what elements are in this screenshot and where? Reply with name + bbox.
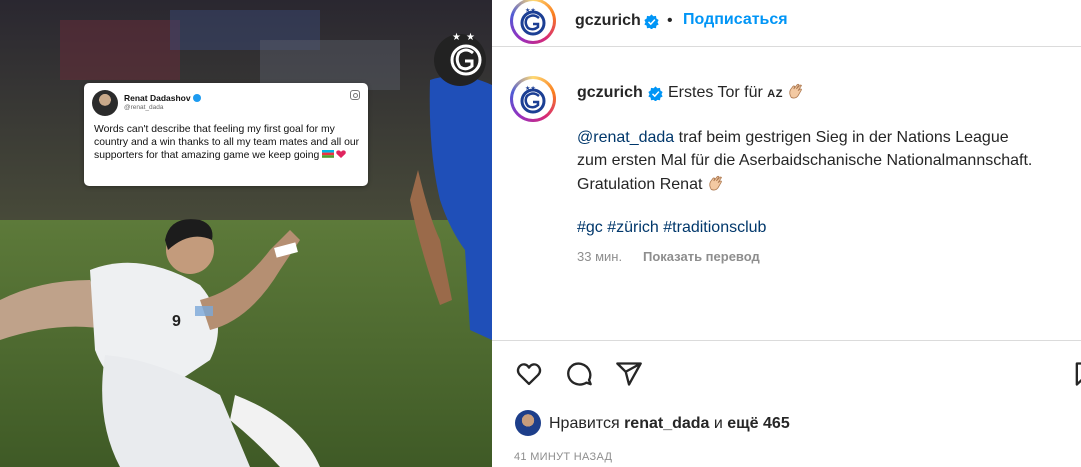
svg-text:★★: ★★ [525, 7, 536, 14]
header-avatar[interactable]: ★★ [510, 0, 556, 44]
jersey-number: 9 [172, 313, 181, 330]
caption-first-line: Erstes Tor für [668, 84, 763, 101]
svg-text:★: ★ [452, 32, 461, 43]
verified-icon [648, 86, 663, 101]
likes-prefix: Нравится [549, 415, 620, 432]
tweet-verified-icon [192, 94, 201, 102]
svg-text:★: ★ [466, 32, 475, 43]
likes-conj: и [713, 415, 723, 432]
comment-time: 33 мин. [577, 249, 623, 264]
tweet-avatar [92, 90, 118, 116]
mention-link[interactable]: @renat_dada [577, 129, 674, 146]
clap-icon [709, 175, 722, 191]
post-timestamp[interactable]: 41 МИНУТ НАЗАД [514, 451, 612, 463]
hashtag-link[interactable]: #zürich [607, 219, 659, 236]
share-icon[interactable] [615, 360, 643, 388]
actions-divider [492, 340, 1081, 341]
header-divider [492, 46, 1081, 47]
club-logo-icon: ★ ★ [450, 32, 482, 76]
svg-text:★★: ★★ [525, 85, 536, 92]
verified-icon [644, 14, 659, 29]
tweet-handle: @renat_dada [124, 104, 164, 111]
liker-username[interactable]: renat_dada [624, 415, 709, 432]
follow-button[interactable]: Подписаться [683, 11, 788, 29]
flag-heart-icon [322, 150, 346, 159]
translate-button[interactable]: Показать перевод [643, 249, 760, 264]
instagram-icon [350, 90, 360, 100]
match-photo: 9 [0, 0, 492, 467]
bookmark-icon[interactable] [1071, 360, 1081, 388]
liker-avatar[interactable] [515, 410, 541, 436]
post-image[interactable]: 9 ★ ★ Renat Dadashov @renat_dada Words c… [0, 0, 492, 467]
hashtag-link[interactable]: #gc [577, 219, 603, 236]
header-separator: • [667, 12, 673, 29]
tweet-author-name: Renat Dadashov [124, 93, 191, 103]
caption-line-3: Gratulation Renat [577, 176, 703, 193]
caption-username[interactable]: gczurich [577, 84, 643, 102]
tweet-text: Words can't describe that feeling my fir… [94, 124, 360, 162]
quoted-tweet-card: Renat Dadashov @renat_dada Words can't d… [84, 83, 368, 186]
caption-avatar[interactable]: ★★ [510, 76, 556, 122]
heart-icon[interactable] [515, 360, 543, 388]
clap-icon [789, 83, 803, 99]
likes-summary: Нравится renat_dada и ещё 465 [549, 415, 790, 433]
caption-line-2: zum ersten Mal für die Aserbaidschanisch… [577, 152, 1033, 169]
header-username[interactable]: gczurich [575, 12, 641, 30]
caption-line-1: traf beim gestrigen Sieg in der Nations … [674, 129, 1009, 146]
hashtag-link[interactable]: #traditionsclub [663, 219, 766, 236]
comment-icon[interactable] [565, 360, 593, 388]
club-avatar-icon: ★★ [515, 81, 551, 117]
hashtags: #gc #zürich #traditionsclub [577, 219, 766, 237]
likes-count[interactable]: ещё 465 [727, 415, 789, 432]
flag-az: AZ [767, 88, 783, 100]
club-avatar-icon: ★★ [515, 3, 551, 39]
